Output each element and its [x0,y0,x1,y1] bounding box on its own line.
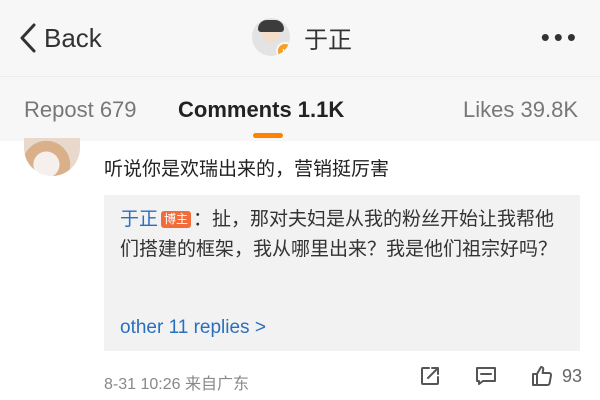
profile-title[interactable]: v 于正 [252,18,352,56]
reply-author-link[interactable]: 于正 [120,209,158,230]
share-button[interactable] [418,364,442,388]
tab-bar: Repost 679 Comments 1.1K Likes 39.8K [0,76,600,141]
commenter-avatar[interactable] [24,138,80,176]
comment-text: 听说你是欢瑞出来的，营销挺厉害 [104,159,390,180]
tab-comments[interactable]: Comments 1.1K [178,97,344,123]
more-options-button[interactable]: ••• [541,24,580,50]
thumbs-up-icon [531,366,552,387]
share-icon [420,367,439,385]
comment-icon [475,367,496,385]
back-button[interactable]: Back [18,22,102,54]
comment-actions: 93 [386,364,582,388]
reply-box[interactable]: 于正 博主 ：扯，那对夫妇是从我的粉丝开始让我帮他们搭建的框架，我从哪里出来？我是他… [104,195,580,351]
reply: 于正 博主 ：扯，那对夫妇是从我的粉丝开始让我帮他们搭建的框架，我从哪里出来？我是他… [120,205,568,265]
like-count: 93 [561,365,582,386]
tab-likes[interactable]: Likes 39.8K [463,97,578,123]
reply-button[interactable] [474,364,498,388]
active-tab-indicator [253,133,283,138]
like-button[interactable]: 93 [530,364,582,388]
avatar-hair [258,20,284,32]
more-replies-link[interactable]: other 11 replies > [120,317,266,339]
page-title: 于正 [304,26,352,54]
more-dots-icon: ••• [540,22,580,52]
author-badge: 博主 [161,211,192,228]
back-label: Back [44,23,102,53]
tab-repost[interactable]: Repost 679 [24,97,137,123]
verified-badge-icon: v [276,42,290,56]
comment-meta: 8-31 10:26 来自广东 [104,376,249,393]
avatar[interactable]: v [252,18,290,56]
top-navbar: Back v 于正 ••• [0,0,600,76]
chevron-left-icon [20,23,36,53]
